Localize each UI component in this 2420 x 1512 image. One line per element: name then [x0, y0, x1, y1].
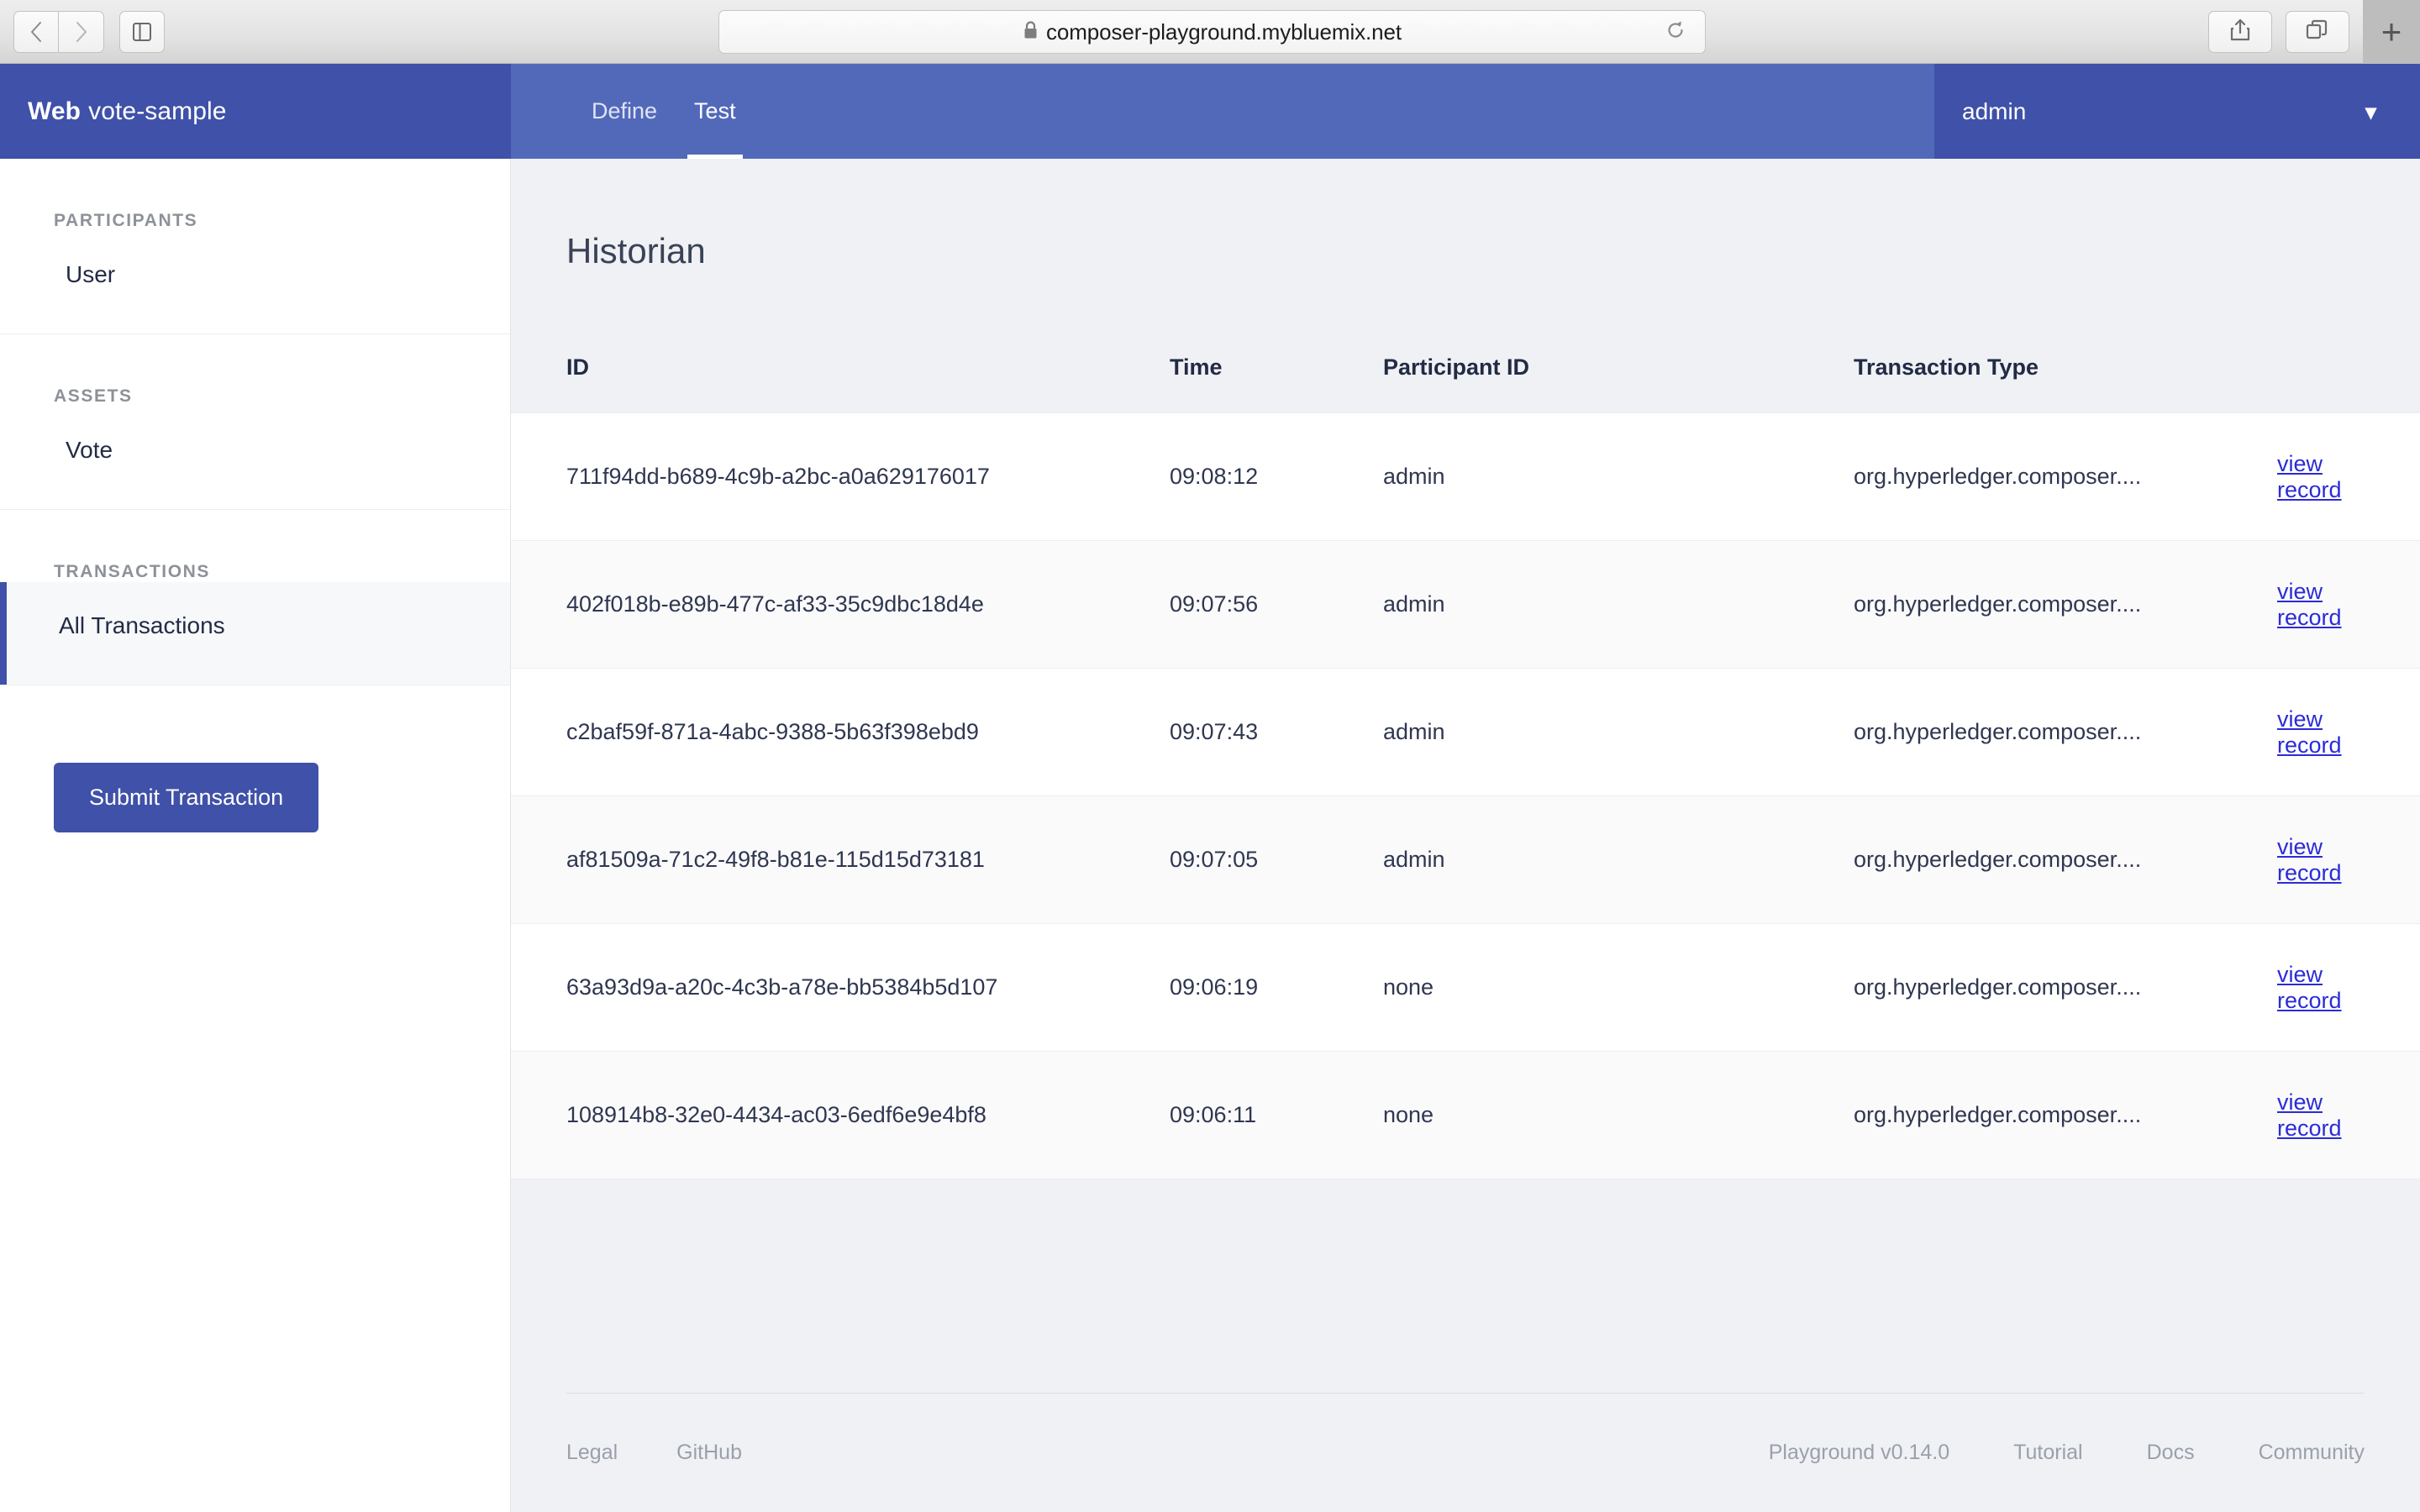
sidebar-group-transactions: TRANSACTIONS All Transactions	[0, 510, 510, 685]
sidebar-item-vote[interactable]: Vote	[0, 407, 510, 509]
submit-transaction-container: Submit Transaction	[0, 685, 510, 832]
cell-type: org.hyperledger.composer....	[1854, 464, 2142, 489]
share-button[interactable]	[2208, 11, 2272, 53]
brand-bold-text: Web	[28, 97, 82, 125]
sidebar-heading-participants: PARTICIPANTS	[54, 211, 198, 230]
cell-participant: none	[1383, 1102, 1434, 1127]
footer-link-legal[interactable]: Legal	[566, 1441, 618, 1465]
user-menu[interactable]: admin ▾	[1934, 64, 2420, 159]
sidebar: PARTICIPANTS User ASSETS Vote TRANSACTIO…	[0, 159, 511, 1512]
sidebar-toggle-button[interactable]	[119, 10, 165, 53]
browser-nav-buttons	[13, 10, 165, 53]
view-record-link[interactable]: view record	[2277, 962, 2342, 1013]
view-record-link[interactable]: view record	[2277, 834, 2342, 885]
app-header: Web vote-sample Define Test admin ▾	[0, 64, 2420, 159]
cell-type: org.hyperledger.composer....	[1854, 974, 2142, 1000]
column-header-participant: Participant ID	[1383, 354, 1530, 380]
user-menu-label: admin	[1962, 97, 2027, 124]
cell-time: 09:07:43	[1170, 719, 1259, 744]
cell-id: c2baf59f-871a-4abc-9388-5b63f398ebd9	[566, 719, 979, 744]
cell-time: 09:08:12	[1170, 464, 1259, 489]
share-icon	[2229, 18, 2251, 46]
column-header-id: ID	[566, 354, 589, 380]
footer-link-docs[interactable]: Docs	[2147, 1441, 2195, 1465]
cell-id: 711f94dd-b689-4c9b-a2bc-a0a629176017	[566, 464, 990, 489]
main-nav-tabs: Define Test	[511, 64, 1934, 159]
cell-type: org.hyperledger.composer....	[1854, 719, 2142, 744]
address-bar[interactable]: composer-playground.mybluemix.net	[718, 10, 1706, 54]
cell-id: 63a93d9a-a20c-4c3b-a78e-bb5384b5d107	[566, 974, 998, 1000]
back-chevron-icon	[29, 21, 43, 43]
footer-link-community[interactable]: Community	[2259, 1441, 2365, 1465]
back-button[interactable]	[13, 10, 59, 53]
footer-right-links: Playground v0.14.0 Tutorial Docs Communi…	[1769, 1441, 2365, 1465]
cell-id: 402f018b-e89b-477c-af33-35c9dbc18d4e	[566, 591, 984, 617]
content-spacer	[511, 1269, 2420, 1393]
show-tabs-button[interactable]	[2286, 11, 2349, 53]
forward-chevron-icon	[75, 21, 88, 43]
address-bar-content: composer-playground.mybluemix.net	[1023, 19, 1402, 45]
page-footer: Legal GitHub Playground v0.14.0 Tutorial…	[566, 1393, 2365, 1512]
table-row[interactable]: 711f94dd-b689-4c9b-a2bc-a0a629176017 09:…	[511, 412, 2420, 540]
historian-table: ID Time Participant ID Transaction Type …	[511, 322, 2420, 1269]
table-footer-spacer	[511, 1179, 2420, 1269]
browser-right-controls: +	[2208, 0, 2420, 64]
chevron-down-icon: ▾	[2365, 98, 2376, 124]
cell-time: 09:07:05	[1170, 847, 1259, 872]
playground-version: Playground v0.14.0	[1768, 1441, 1950, 1464]
lock-icon	[1023, 20, 1039, 45]
table-row[interactable]: af81509a-71c2-49f8-b81e-115d15d73181 09:…	[511, 795, 2420, 923]
sidebar-item-all-transactions[interactable]: All Transactions	[0, 582, 510, 685]
tab-test[interactable]: Test	[676, 64, 755, 159]
table-header-row: ID Time Participant ID Transaction Type	[511, 322, 2420, 412]
sidebar-heading-assets: ASSETS	[54, 386, 133, 406]
table-row[interactable]: 108914b8-32e0-4434-ac03-6edf6e9e4bf8 09:…	[511, 1051, 2420, 1179]
address-bar-container: composer-playground.mybluemix.net	[718, 10, 1706, 54]
address-bar-url: composer-playground.mybluemix.net	[1045, 18, 1402, 45]
cell-type: org.hyperledger.composer....	[1854, 1102, 2142, 1127]
cell-participant: none	[1383, 974, 1434, 1000]
browser-toolbar: composer-playground.mybluemix.net +	[0, 0, 2420, 64]
cell-time: 09:06:19	[1170, 974, 1259, 1000]
column-header-time: Time	[1170, 354, 1223, 380]
view-record-link[interactable]: view record	[2277, 579, 2342, 630]
sidebar-item-user[interactable]: User	[0, 231, 510, 333]
view-record-link[interactable]: view record	[2277, 706, 2342, 758]
brand-network-name: vote-sample	[88, 97, 227, 125]
cell-id: 108914b8-32e0-4434-ac03-6edf6e9e4bf8	[566, 1102, 986, 1127]
tab-define[interactable]: Define	[573, 64, 676, 159]
main-content: Historian ID Time Participant ID Transac…	[511, 159, 2420, 1512]
submit-transaction-button[interactable]: Submit Transaction	[54, 763, 319, 832]
table-row[interactable]: c2baf59f-871a-4abc-9388-5b63f398ebd9 09:…	[511, 668, 2420, 795]
cell-participant: admin	[1383, 464, 1445, 489]
footer-left-links: Legal GitHub	[566, 1441, 801, 1465]
cell-participant: admin	[1383, 847, 1445, 872]
sidebar-toggle-icon	[131, 21, 153, 43]
app-brand[interactable]: Web vote-sample	[0, 64, 511, 159]
view-record-link[interactable]: view record	[2277, 1089, 2342, 1141]
table-row[interactable]: 63a93d9a-a20c-4c3b-a78e-bb5384b5d107 09:…	[511, 923, 2420, 1051]
show-tabs-icon	[2306, 19, 2329, 45]
reload-icon	[1664, 18, 1687, 46]
sidebar-heading-transactions: TRANSACTIONS	[54, 562, 211, 581]
cell-id: af81509a-71c2-49f8-b81e-115d15d73181	[566, 847, 985, 872]
column-header-type: Transaction Type	[1854, 354, 2039, 380]
new-tab-button[interactable]: +	[2363, 0, 2420, 64]
table-row[interactable]: 402f018b-e89b-477c-af33-35c9dbc18d4e 09:…	[511, 540, 2420, 668]
forward-button[interactable]	[59, 10, 104, 53]
reload-button[interactable]	[1661, 18, 1690, 46]
cell-time: 09:06:11	[1170, 1102, 1257, 1127]
sidebar-group-assets: ASSETS Vote	[0, 334, 510, 510]
app-body: PARTICIPANTS User ASSETS Vote TRANSACTIO…	[0, 159, 2420, 1512]
sidebar-group-participants: PARTICIPANTS User	[0, 159, 510, 334]
cell-participant: admin	[1383, 719, 1445, 744]
cell-participant: admin	[1383, 591, 1445, 617]
view-record-link[interactable]: view record	[2277, 451, 2342, 502]
cell-type: org.hyperledger.composer....	[1854, 847, 2142, 872]
footer-link-github[interactable]: GitHub	[676, 1441, 742, 1465]
page-title: Historian	[566, 231, 706, 270]
cell-type: org.hyperledger.composer....	[1854, 591, 2142, 617]
footer-link-tutorial[interactable]: Tutorial	[2013, 1441, 2082, 1465]
cell-time: 09:07:56	[1170, 591, 1259, 617]
